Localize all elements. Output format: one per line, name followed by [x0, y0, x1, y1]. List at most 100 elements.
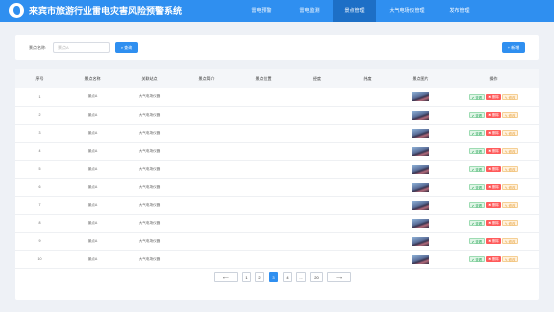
scenic-image-thumbnail[interactable]	[412, 128, 429, 138]
search-button[interactable]: ⌕ 查询	[115, 42, 138, 53]
row-index: 5	[15, 160, 64, 179]
scenic-intro	[178, 250, 235, 269]
view-button[interactable]: ✔ 查看	[468, 256, 486, 262]
table-row: 6 景点A 大气电场仪器 ✔ 查看 ✖ 删除 ✎ 修改	[15, 178, 539, 197]
longitude	[292, 106, 342, 125]
scenic-image-cell	[393, 142, 448, 161]
add-button[interactable]: + 新增	[502, 42, 525, 53]
edit-button[interactable]: ✎ 修改	[501, 130, 519, 136]
latitude	[342, 196, 393, 215]
linked-station: 大气电场仪器	[121, 232, 178, 251]
actions-cell: ✔ 查看 ✖ 删除 ✎ 修改	[448, 160, 539, 179]
view-button[interactable]: ✔ 查看	[468, 220, 486, 226]
row-index: 4	[15, 142, 64, 161]
view-button[interactable]: ✔ 查看	[468, 112, 486, 118]
delete-button[interactable]: ✖ 删除	[486, 166, 501, 172]
delete-button[interactable]: ✖ 删除	[486, 184, 501, 190]
view-button[interactable]: ✔ 查看	[468, 184, 486, 190]
tab-lightning-monitoring[interactable]: 雷电监测	[288, 0, 331, 22]
scenic-image-thumbnail[interactable]	[412, 200, 429, 210]
scenic-intro	[178, 214, 235, 233]
prev-page-button[interactable]: ⟵	[214, 272, 238, 282]
actions-cell: ✔ 查看 ✖ 删除 ✎ 修改	[448, 214, 539, 233]
scenic-image-thumbnail[interactable]	[412, 218, 429, 228]
edit-button[interactable]: ✎ 修改	[501, 256, 519, 262]
row-index: 8	[15, 214, 64, 233]
view-button[interactable]: ✔ 查看	[468, 93, 486, 100]
row-index: 7	[15, 196, 64, 215]
column-header: 关联站点	[121, 69, 178, 88]
next-page-button[interactable]: ⟶	[327, 272, 351, 282]
app-title: 来宾市旅游行业雷电灾害风险预警系统	[29, 6, 183, 16]
tab-field-meter-management[interactable]: 大气电场仪管理	[380, 0, 434, 22]
linked-station: 大气电场仪器	[121, 160, 178, 179]
row-index: 3	[15, 124, 64, 143]
scenic-image-thumbnail[interactable]	[412, 182, 429, 192]
edit-button[interactable]: ✎ 修改	[501, 238, 519, 244]
column-header: 序号	[15, 69, 64, 88]
edit-button[interactable]: ✎ 修改	[501, 184, 519, 190]
scenic-name: 景点A	[64, 124, 121, 143]
scenic-image-thumbnail[interactable]	[412, 146, 429, 156]
table-header-row: 序号 景点名称 关联站点 景点简介 景点位置 经度 纬度 景点图片 操作	[15, 69, 539, 88]
view-button[interactable]: ✔ 查看	[468, 202, 486, 208]
linked-station: 大气电场仪器	[121, 106, 178, 125]
edit-button[interactable]: ✎ 修改	[501, 220, 519, 226]
latitude	[342, 178, 393, 197]
scenic-name: 景点A	[64, 178, 121, 197]
view-button[interactable]: ✔ 查看	[468, 166, 486, 172]
edit-button[interactable]: ✎ 修改	[501, 112, 519, 118]
delete-button[interactable]: ✖ 删除	[486, 202, 501, 208]
scenic-image-thumbnail[interactable]	[412, 164, 429, 174]
latitude	[342, 232, 393, 251]
column-header: 景点简介	[178, 69, 235, 88]
edit-button[interactable]: ✎ 修改	[501, 202, 519, 208]
scenic-image-thumbnail[interactable]	[412, 236, 429, 246]
table-row: 7 景点A 大气电场仪器 ✔ 查看 ✖ 删除 ✎ 修改	[15, 196, 539, 215]
scenic-image-thumbnail[interactable]	[412, 110, 429, 120]
delete-button[interactable]: ✖ 删除	[486, 256, 501, 262]
pagination: ⟵ 1 2 3 4 ... 20 ⟶	[0, 272, 554, 282]
longitude	[292, 160, 342, 179]
table-row: 4 景点A 大气电场仪器 ✔ 查看 ✖ 删除 ✎ 修改	[15, 142, 539, 161]
edit-button[interactable]: ✎ 修改	[501, 166, 519, 172]
view-button[interactable]: ✔ 查看	[468, 148, 486, 154]
linked-station: 大气电场仪器	[121, 124, 178, 143]
actions-cell: ✔ 查看 ✖ 删除 ✎ 修改	[448, 250, 539, 269]
scenic-image-cell	[393, 178, 448, 197]
page-button-current[interactable]: 3	[269, 272, 278, 282]
scenic-image-cell	[393, 124, 448, 143]
actions-cell: ✔ 查看 ✖ 删除 ✎ 修改	[448, 106, 539, 125]
page-button[interactable]: 1	[242, 272, 251, 282]
scenic-intro	[178, 178, 235, 197]
delete-button[interactable]: ✖ 删除	[486, 238, 501, 244]
longitude	[292, 178, 342, 197]
delete-button[interactable]: ✖ 删除	[486, 220, 501, 226]
scenic-image-thumbnail[interactable]	[412, 254, 429, 264]
tab-publish-management[interactable]: 发布管理	[438, 0, 481, 22]
tab-lightning-warning[interactable]: 雷电预警	[240, 0, 283, 22]
row-index: 6	[15, 178, 64, 197]
edit-button[interactable]: ✎ 修改	[501, 148, 519, 154]
edit-button[interactable]: ✎ 修改	[501, 93, 519, 100]
delete-button[interactable]: ✖ 删除	[486, 130, 501, 136]
view-button[interactable]: ✔ 查看	[468, 238, 486, 244]
scenic-name: 景点A	[64, 232, 121, 251]
scenic-location	[235, 178, 292, 197]
scenic-image-thumbnail[interactable]	[412, 92, 429, 102]
scenic-name-input[interactable]	[53, 42, 110, 53]
scenic-name: 景点A	[64, 106, 121, 125]
scenic-location	[235, 88, 292, 107]
page-button[interactable]: 20	[310, 272, 323, 282]
delete-button[interactable]: ✖ 删除	[486, 112, 501, 118]
view-button[interactable]: ✔ 查看	[468, 130, 486, 136]
latitude	[342, 124, 393, 143]
page-button[interactable]: 2	[255, 272, 264, 282]
delete-button[interactable]: ✖ 删除	[486, 148, 501, 154]
linked-station: 大气电场仪器	[121, 88, 178, 107]
delete-button[interactable]: ✖ 删除	[486, 93, 501, 100]
page-button[interactable]: 4	[283, 272, 292, 282]
tab-scenic-management[interactable]: 景点管理	[333, 0, 376, 22]
scenic-image-cell	[393, 88, 448, 107]
linked-station: 大气电场仪器	[121, 178, 178, 197]
